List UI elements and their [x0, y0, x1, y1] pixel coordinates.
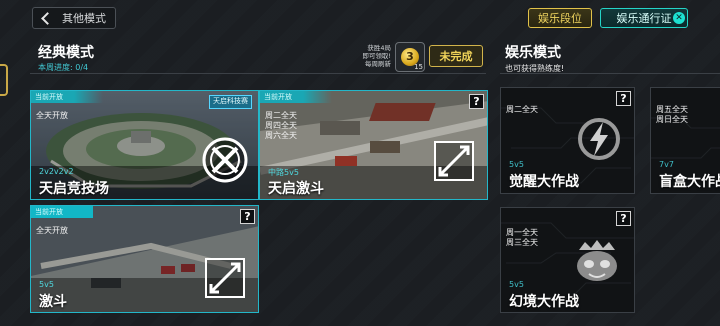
team-format: 5v5 [509, 280, 524, 289]
tech-cup-badge: 天启科技赛 [209, 95, 252, 109]
coin-count: 15 [414, 63, 423, 71]
help-icon[interactable]: ? [616, 211, 631, 226]
classic-title: 经典模式 [38, 45, 94, 61]
side-drawer-handle[interactable] [0, 64, 8, 96]
entertainment-rank-button[interactable]: 娱乐段位 [528, 8, 592, 28]
help-icon[interactable]: ? [240, 209, 255, 224]
pass-label: 娱乐通行证 [616, 12, 672, 25]
crossed-swords-icon [202, 137, 248, 183]
mode-name: 天启竞技场 [39, 181, 109, 197]
mode-name: 觉醒大作战 [509, 174, 579, 190]
help-icon[interactable]: ? [616, 91, 631, 106]
reward-text-line: 即可领取! [362, 52, 391, 60]
reward-text-line: 获胜4局 [367, 44, 391, 52]
team-format: 中路5v5 [268, 168, 299, 177]
schedule-text: 周五全天 周日全天 [656, 105, 688, 125]
lightning-icon [578, 118, 620, 160]
schedule-text: 周二全天 [506, 105, 538, 114]
open-now-tag: 当前开放 [260, 91, 332, 103]
entertainment-pass-button[interactable]: 娱乐通行证 ✕ [600, 8, 688, 28]
mode-card-tianqi-arena[interactable]: 当前开放 天启科技赛 全天开放 2v2v2v2 天启竞技场 [30, 90, 259, 200]
mode-card-blindbox[interactable]: 周五全天 周日全天 7v7 盲盒大作战 [650, 87, 720, 194]
weekly-reward-text: 获胜4局 即可领取! 每周刷新 [353, 44, 391, 68]
status-label: 未完成 [439, 50, 473, 63]
mode-name: 激斗 [39, 294, 67, 310]
schedule-line: 周六全天 [265, 131, 297, 140]
schedule-line: 周一全天 [506, 228, 538, 237]
schedule-line: 周二全天 [265, 111, 297, 120]
mode-card-dreamland[interactable]: ? 周一全天 周三全天 5v5 幻境大作战 [500, 207, 635, 313]
schedule-text: 周一全天 周三全天 [506, 228, 538, 248]
mode-card-awaken[interactable]: ? 周二全天 5v5 觉醒大作战 [500, 87, 635, 194]
team-format: 5v5 [509, 160, 524, 169]
team-format: 2v2v2v2 [39, 167, 74, 176]
expand-arrows-icon [434, 141, 474, 181]
schedule-text: 周二全天 周四全天 周六全天 [265, 111, 297, 141]
schedule-text: 全天开放 [36, 111, 68, 120]
schedule-line: 周四全天 [265, 121, 297, 130]
expand-arrows-icon [205, 258, 245, 298]
weekly-reward-coin[interactable]: 3 15 [395, 42, 425, 72]
mode-name: 天启激斗 [268, 181, 324, 197]
pass-close-icon[interactable]: ✕ [673, 12, 685, 24]
entertainment-title: 娱乐模式 [505, 45, 561, 61]
help-icon[interactable]: ? [469, 94, 484, 109]
schedule-line: 周日全天 [656, 115, 688, 124]
back-button-label: 其他模式 [62, 12, 106, 25]
mode-card-brawl[interactable]: 当前开放 ? 全天开放 5v5 激斗 [30, 205, 259, 313]
schedule-text: 全天开放 [36, 226, 68, 235]
mode-card-tianqi-brawl[interactable]: 当前开放 ? 周二全天 周四全天 周六全天 中路5v5 天启激斗 [259, 90, 488, 200]
back-chevron-icon [41, 11, 54, 25]
entertainment-header: 娱乐模式 也可获得熟练度! [500, 40, 720, 74]
schedule-line: 周五全天 [656, 105, 688, 114]
mode-name: 盲盒大作战 [659, 174, 720, 190]
team-format: 7v7 [659, 160, 674, 169]
reward-text-line: 每周刷新 [365, 60, 391, 68]
mode-name: 幻境大作战 [509, 294, 579, 310]
back-button[interactable]: 其他模式 [32, 7, 116, 29]
rank-label: 娱乐段位 [538, 12, 582, 25]
open-now-tag: 当前开放 [31, 206, 93, 218]
classic-progress: 本周进度: 0/4 [38, 63, 89, 72]
open-now-tag: 当前开放 [31, 91, 103, 103]
schedule-line: 周三全天 [506, 238, 538, 247]
monster-head-icon [577, 240, 617, 281]
status-incomplete-button[interactable]: 未完成 [429, 45, 483, 67]
team-format: 5v5 [39, 280, 54, 289]
